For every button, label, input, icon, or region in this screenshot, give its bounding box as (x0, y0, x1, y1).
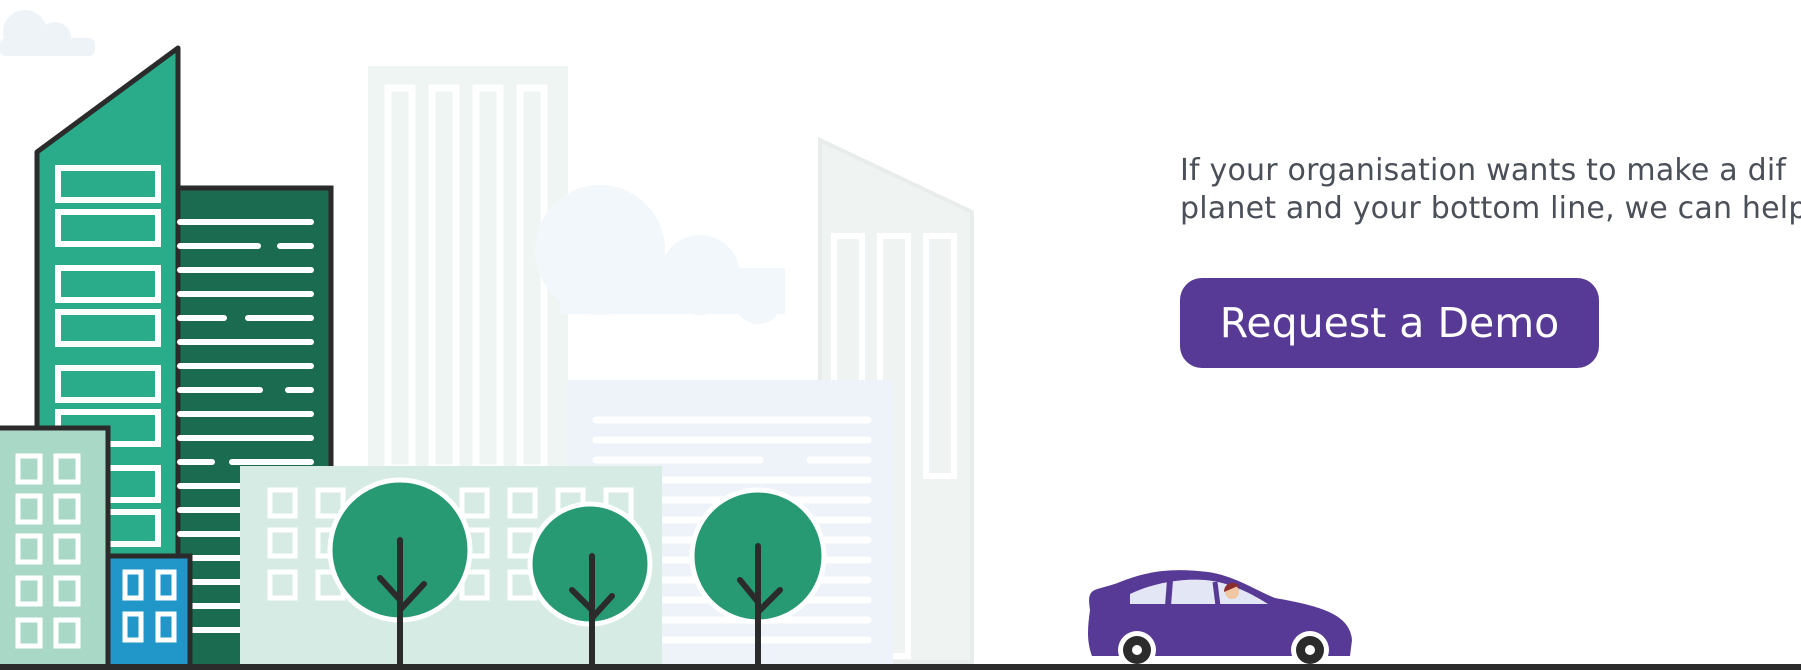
cloud-icon (0, 10, 95, 56)
cta-line-1: If your organisation wants to make a dif (1180, 153, 1787, 188)
ground-line (0, 664, 1801, 670)
cta-description: If your organisation wants to make a dif… (1180, 152, 1801, 228)
blue-building (105, 553, 193, 670)
small-mint-building (0, 425, 111, 670)
request-demo-button[interactable]: Request a Demo (1180, 278, 1599, 368)
car-icon (1088, 570, 1352, 669)
cta-line-2: planet and your bottom line, we can help (1180, 191, 1801, 226)
